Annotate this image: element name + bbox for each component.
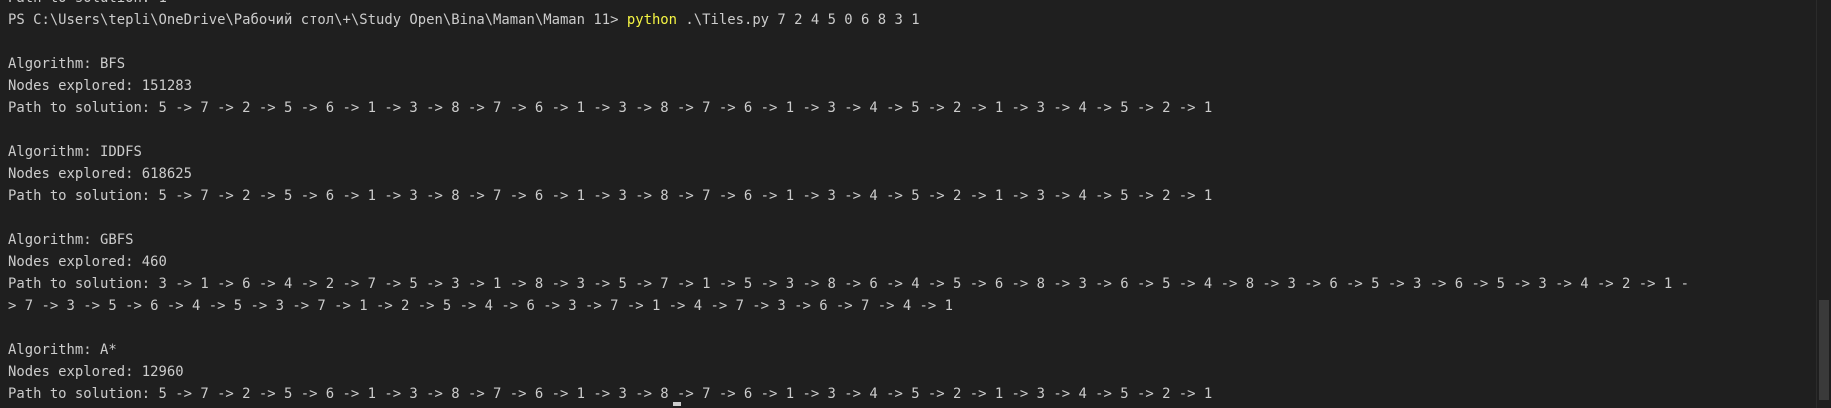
previous-output-line: Path to solution: 1 xyxy=(8,0,1831,9)
algorithm-label: Algorithm: GBFS xyxy=(8,232,134,248)
path-to-solution: Path to solution: 3 -> 1 -> 6 -> 4 -> 2 … xyxy=(8,276,1689,292)
algorithm-label: Algorithm: BFS xyxy=(8,56,126,72)
terminal-output[interactable]: Path to solution: 1 PS C:\Users\tepli\On… xyxy=(0,0,1831,408)
path-to-solution-wrap: > 7 -> 3 -> 5 -> 6 -> 4 -> 5 -> 3 -> 7 -… xyxy=(8,298,954,314)
text-cursor xyxy=(673,402,681,406)
command-name: python xyxy=(626,12,678,28)
nodes-explored: Nodes explored: 151283 xyxy=(8,78,192,94)
nodes-explored: Nodes explored: 12960 xyxy=(8,364,184,380)
nodes-explored: Nodes explored: 460 xyxy=(8,254,167,270)
algorithm-label: Algorithm: IDDFS xyxy=(8,144,142,160)
algorithm-label: Algorithm: A* xyxy=(8,342,117,358)
path-to-solution: Path to solution: 5 -> 7 -> 2 -> 5 -> 6 … xyxy=(8,188,1213,204)
scrollbar[interactable] xyxy=(1816,0,1831,408)
nodes-explored: Nodes explored: 618625 xyxy=(8,166,192,182)
prompt-path: PS C:\Users\tepli\OneDrive\Рабочий стол\… xyxy=(8,12,627,28)
path-to-solution: Path to solution: 5 -> 7 -> 2 -> 5 -> 6 … xyxy=(8,100,1213,116)
command-args: .\Tiles.py 7 2 4 5 0 6 8 3 1 xyxy=(677,12,920,28)
command-line: PS C:\Users\tepli\OneDrive\Рабочий стол\… xyxy=(8,9,1831,31)
scrollbar-thumb[interactable] xyxy=(1819,300,1829,400)
path-to-solution: Path to solution: 5 -> 7 -> 2 -> 5 -> 6 … xyxy=(8,386,1213,402)
